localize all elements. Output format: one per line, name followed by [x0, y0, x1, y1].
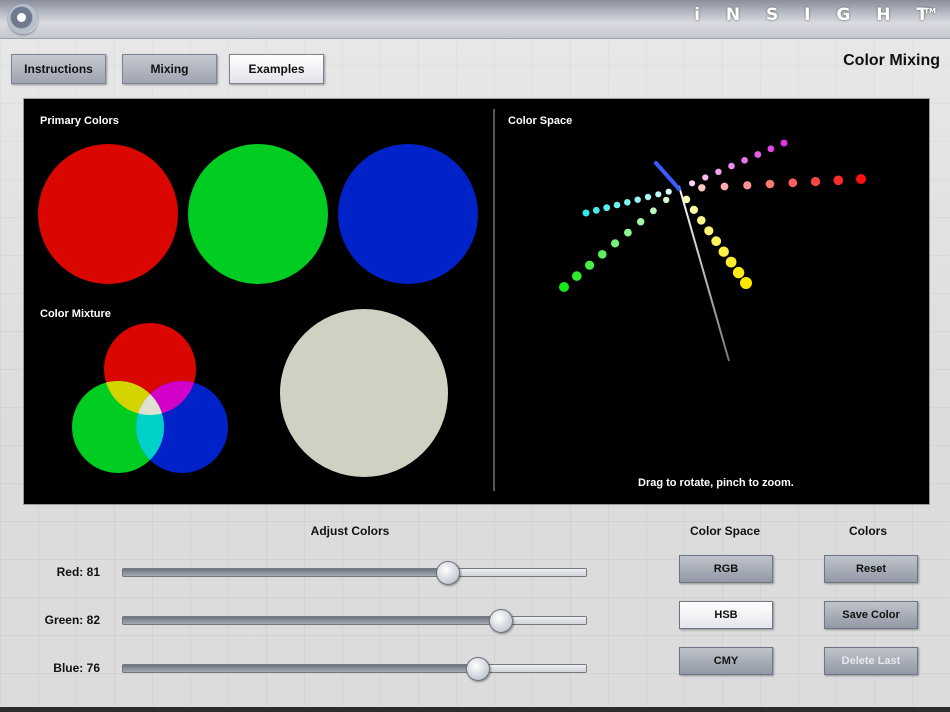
blue-circle — [338, 144, 478, 284]
magenta-arm-point — [741, 157, 748, 164]
blue-slider-thumb[interactable] — [466, 657, 491, 681]
red-arm-point — [743, 181, 752, 190]
rgb-button[interactable]: RGB — [679, 555, 773, 583]
green-arm-point — [624, 228, 632, 237]
red-arm-point — [698, 184, 706, 192]
page-title: Color Mixing — [843, 52, 940, 69]
red-slider[interactable] — [122, 561, 587, 585]
panel-divider — [493, 109, 495, 491]
mixing-button[interactable]: Mixing — [122, 54, 217, 84]
cyan-arm-point — [655, 191, 662, 198]
green-slider-thumb[interactable] — [489, 609, 514, 633]
magenta-arm-point — [767, 145, 775, 153]
green-circle — [188, 144, 328, 284]
green-arm-point — [637, 218, 645, 226]
visual-stage: Primary Colors Color Mixture Color Space — [23, 98, 930, 505]
hsb-button[interactable]: HSB — [679, 601, 773, 629]
top-bar: i N S I G H T TM — [0, 0, 950, 39]
brand-logo: i N S I G H T TM — [694, 5, 938, 25]
magenta-arm-point — [754, 151, 762, 158]
green-slider[interactable] — [122, 609, 587, 633]
yellow-arm-point — [689, 205, 698, 214]
red-arm-point — [833, 175, 844, 186]
color-space-title: Color Space — [689, 524, 761, 538]
red-slider-thumb[interactable] — [436, 561, 461, 585]
color-space-3d-view[interactable] — [496, 99, 928, 504]
cyan-arm-point — [592, 206, 600, 214]
instructions-button[interactable]: Instructions — [11, 54, 106, 84]
blue-value: 76 — [86, 661, 100, 675]
yellow-arm-point — [718, 246, 729, 257]
green-arm-point — [598, 250, 607, 259]
primary-colors-label: Primary Colors — [40, 115, 119, 127]
magenta-arm-point — [728, 162, 735, 170]
eye-icon[interactable] — [8, 4, 38, 34]
green-label: Green: 82 — [44, 613, 100, 627]
red-arm-point — [720, 182, 729, 191]
drag-hint: Drag to rotate, pinch to zoom. — [638, 477, 794, 489]
cyan-arm-point — [644, 193, 652, 201]
blue-slider[interactable] — [122, 657, 587, 681]
cmy-button[interactable]: CMY — [679, 647, 773, 675]
color-mixture-label: Color Mixture — [40, 308, 111, 320]
magenta-arm-point — [715, 168, 722, 175]
green-arm-point — [663, 196, 670, 204]
green-arm-point — [585, 260, 595, 270]
mixed-color-circle — [280, 309, 448, 477]
cyan-arm-point — [613, 201, 621, 209]
bottom-edge — [0, 707, 950, 712]
yellow-arm-point — [682, 195, 691, 204]
yellow-arm-point — [732, 266, 745, 279]
cyan-arm-point — [665, 188, 672, 195]
red-arm-point — [765, 179, 775, 189]
red-arm-point — [788, 178, 798, 188]
colors-title: Colors — [848, 524, 887, 538]
cyan-arm-point — [634, 196, 641, 203]
red-value: 81 — [86, 565, 100, 579]
delete-last-button: Delete Last — [824, 647, 918, 675]
cyan-arm-point — [582, 209, 590, 217]
cyan-arm-point — [603, 204, 611, 212]
green-arm-point — [559, 282, 569, 292]
green-arm-point — [611, 239, 620, 248]
yellow-arm-point — [740, 277, 752, 289]
red-arm-point — [856, 174, 866, 184]
reset-button[interactable]: Reset — [824, 555, 918, 583]
cyan-arm-point — [624, 199, 631, 206]
blue-axis-top — [654, 161, 681, 191]
examples-button[interactable]: Examples — [229, 54, 324, 84]
green-value: 82 — [86, 613, 100, 627]
save-color-button[interactable]: Save Color — [824, 601, 918, 629]
venn-diagram — [72, 323, 228, 473]
yellow-arm-point — [711, 236, 722, 247]
yellow-arm-point — [697, 216, 706, 225]
adjust-colors-title: Adjust Colors — [310, 524, 390, 538]
yellow-arm-point — [704, 226, 714, 236]
magenta-arm-point — [702, 174, 709, 181]
green-arm-point — [572, 271, 582, 281]
red-circle — [38, 144, 178, 284]
magenta-arm-point — [689, 180, 696, 187]
value-axis — [678, 185, 730, 362]
green-arm-point — [650, 207, 657, 215]
red-label: Red: 81 — [56, 565, 100, 579]
yellow-arm-point — [725, 256, 737, 268]
red-arm-point — [810, 176, 821, 187]
blue-label: Blue: 76 — [53, 661, 100, 675]
magenta-arm-point — [780, 139, 788, 147]
